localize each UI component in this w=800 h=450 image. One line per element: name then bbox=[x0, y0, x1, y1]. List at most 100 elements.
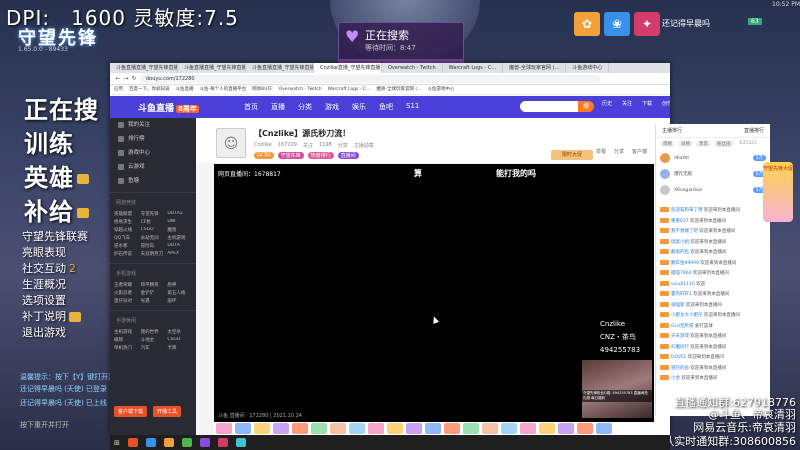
chat-user[interactable]: 翻滚的鱼 bbox=[671, 250, 689, 255]
forward-icon[interactable]: → bbox=[122, 75, 130, 83]
history-icon[interactable]: 历史 bbox=[600, 100, 614, 107]
gift-icon[interactable] bbox=[349, 423, 365, 434]
category-link[interactable]: 绝地求生 bbox=[114, 219, 139, 225]
nav-home[interactable]: 首页 bbox=[244, 102, 258, 112]
category-link[interactable]: 魔兽 bbox=[167, 227, 192, 233]
gift-icon[interactable] bbox=[596, 423, 612, 434]
follow-icon[interactable]: 关注 bbox=[620, 100, 634, 107]
bookmark-7[interactable]: 魔兽-全球玩家官网 (... bbox=[376, 85, 421, 94]
tab-3-active[interactable]: Cnzlike直播_守望先锋直播 bbox=[314, 63, 382, 73]
category-link[interactable]: 英雄联盟 bbox=[114, 211, 139, 217]
chat-user[interactable]: 小肥龙大小肥仔 bbox=[671, 313, 703, 318]
nav-s11[interactable]: S11 bbox=[406, 102, 419, 112]
category-link[interactable]: CF枪 bbox=[141, 219, 166, 225]
category-link[interactable]: CSGO bbox=[141, 227, 166, 233]
group-icon[interactable]: ❀ bbox=[604, 12, 630, 36]
gift-icon[interactable] bbox=[444, 423, 460, 434]
gift-icon[interactable] bbox=[558, 423, 574, 434]
category-link[interactable]: 永劫无间 bbox=[141, 235, 166, 241]
menu-highlights[interactable]: 亮眼表现 bbox=[22, 244, 66, 260]
rank-row[interactable]: 爆炸无敌 6万 bbox=[656, 166, 770, 182]
hot-tag[interactable]: 热度排行 bbox=[307, 152, 334, 159]
tab-4[interactable]: Overwatch - Twitch bbox=[382, 63, 443, 73]
bookmark-8[interactable]: 斗鱼游戏中心 bbox=[427, 85, 454, 94]
tab-5[interactable]: Warcraft Logs - C... bbox=[443, 63, 504, 73]
category-link[interactable]: 斗地主 bbox=[141, 337, 166, 343]
client-download-button[interactable]: 客户端下载 bbox=[114, 406, 148, 417]
category-link[interactable]: 守望先锋 bbox=[141, 211, 166, 217]
download-icon[interactable]: 下载 bbox=[640, 100, 654, 107]
app-icon[interactable] bbox=[235, 438, 246, 447]
chat-user[interactable]: 霍的轩轩1 bbox=[671, 292, 692, 297]
menu-training[interactable]: 训练 bbox=[24, 124, 74, 159]
chat-user[interactable]: vxiu01110 bbox=[671, 282, 695, 287]
friends-icon[interactable]: ✿ bbox=[574, 12, 600, 36]
douyu-logo[interactable]: 斗鱼直播 8周年 bbox=[138, 101, 199, 114]
share-link[interactable]: 分享 bbox=[614, 148, 624, 155]
sidebar-item-gamecenter[interactable]: 游戏中心 bbox=[110, 146, 196, 160]
gift-icon[interactable] bbox=[463, 423, 479, 434]
tab-6[interactable]: 魔兽-全球玩家官网 (... bbox=[503, 63, 567, 73]
subtab-day[interactable]: 日榜 bbox=[678, 141, 693, 147]
category-link[interactable]: 棋牌 bbox=[114, 337, 139, 343]
menu-patch-notes[interactable]: 补丁说明 bbox=[22, 308, 81, 324]
category-link[interactable]: 炉石传说 bbox=[114, 251, 139, 257]
tab-7[interactable]: 斗鱼游戏中心 bbox=[566, 63, 610, 73]
chat-user[interactable]: 张喵新 bbox=[671, 303, 685, 308]
category-link[interactable]: DNF bbox=[167, 219, 192, 225]
category-link[interactable]: QQ飞车 bbox=[114, 235, 139, 241]
bookmark-2[interactable]: 斗鱼直播 bbox=[176, 85, 194, 94]
sidebar-item-follow[interactable]: 我的关注 bbox=[110, 118, 196, 132]
bookmark-6[interactable]: Warcraft Logs - C... bbox=[328, 85, 371, 94]
category-link[interactable]: 卡牌 bbox=[167, 345, 192, 351]
app-icon[interactable] bbox=[217, 438, 228, 447]
streamer-avatar[interactable]: ☺ bbox=[216, 128, 246, 158]
tab-live-rank[interactable]: 直播排行 bbox=[744, 127, 764, 134]
room-tag[interactable]: 直播间 bbox=[337, 152, 359, 159]
rank-row[interactable]: dbaYet 1万 bbox=[656, 150, 770, 166]
address-bar[interactable]: douyu.com/172280 bbox=[140, 75, 600, 83]
category-link[interactable]: 第五人格 bbox=[167, 290, 192, 296]
category-link[interactable]: CSGO bbox=[167, 337, 192, 343]
category-link[interactable]: 冒险岛 bbox=[141, 243, 166, 249]
tab-0[interactable]: 斗鱼直播直播_守望先锋直播... bbox=[110, 63, 178, 73]
app-icon[interactable] bbox=[127, 438, 138, 447]
category-link[interactable]: 太空杀 bbox=[167, 329, 192, 335]
gift-icon[interactable] bbox=[330, 423, 346, 434]
gift-icon[interactable] bbox=[406, 423, 422, 434]
sidebar-item-fishpond[interactable]: 鱼塘 bbox=[110, 174, 196, 188]
player-avatar[interactable]: ✦ bbox=[634, 12, 660, 36]
gift-icon[interactable] bbox=[577, 423, 593, 434]
menu-searching[interactable]: 正在搜 bbox=[24, 90, 99, 125]
subtab-fans[interactable]: 粉丝团 bbox=[714, 141, 734, 147]
chat-user[interactable]: Gcd无所谓 bbox=[671, 324, 693, 329]
promo-badge[interactable]: 限时大促 bbox=[551, 150, 593, 160]
gift-icon[interactable] bbox=[539, 423, 555, 434]
search-icon[interactable]: 搜 bbox=[578, 101, 594, 112]
bookmark-0[interactable]: 应用 bbox=[114, 85, 123, 94]
nav-category[interactable]: 分类 bbox=[298, 102, 312, 112]
subtab-vip[interactable]: 贵宾 bbox=[696, 141, 711, 147]
report-link[interactable]: 举报 bbox=[596, 148, 606, 155]
bookmark-3[interactable]: 斗鱼-每个人的直播平台 bbox=[200, 85, 247, 94]
category-link[interactable]: 崩坏 bbox=[167, 298, 192, 304]
bookmark-5[interactable]: Overwatch - Twitch bbox=[279, 85, 322, 94]
gift-icon[interactable] bbox=[216, 423, 232, 434]
chat-user[interactable]: 瑞蛋小组 bbox=[671, 240, 689, 245]
menu-heroes[interactable]: 英雄 bbox=[24, 158, 89, 193]
category-link[interactable]: 和平精英 bbox=[141, 282, 166, 288]
chat-user[interactable]: 我不想睡了吧 bbox=[671, 229, 698, 234]
gift-icon[interactable] bbox=[520, 423, 536, 434]
video-player[interactable]: 网页直播间：1678817 算 能打我的吗 Cnzlike CNZ・茶鸟 494… bbox=[214, 164, 654, 422]
category-link[interactable]: 金铲铲 bbox=[141, 290, 166, 296]
category-link[interactable]: DOTA2 bbox=[167, 211, 192, 217]
gift-icon[interactable] bbox=[292, 423, 308, 434]
menu-career[interactable]: 生涯概况 bbox=[22, 276, 66, 292]
category-tag[interactable]: 守望先锋 bbox=[277, 152, 304, 159]
category-link[interactable]: 火影忍者 bbox=[114, 290, 139, 296]
subtab-week[interactable]: 周榜 bbox=[660, 141, 675, 147]
chat-user[interactable]: 喵喵7864 bbox=[671, 271, 691, 276]
category-link[interactable]: 单机热门 bbox=[114, 345, 139, 351]
category-link[interactable]: 主机游戏 bbox=[167, 235, 192, 241]
windows-start-icon[interactable]: ⊞ bbox=[114, 439, 120, 447]
